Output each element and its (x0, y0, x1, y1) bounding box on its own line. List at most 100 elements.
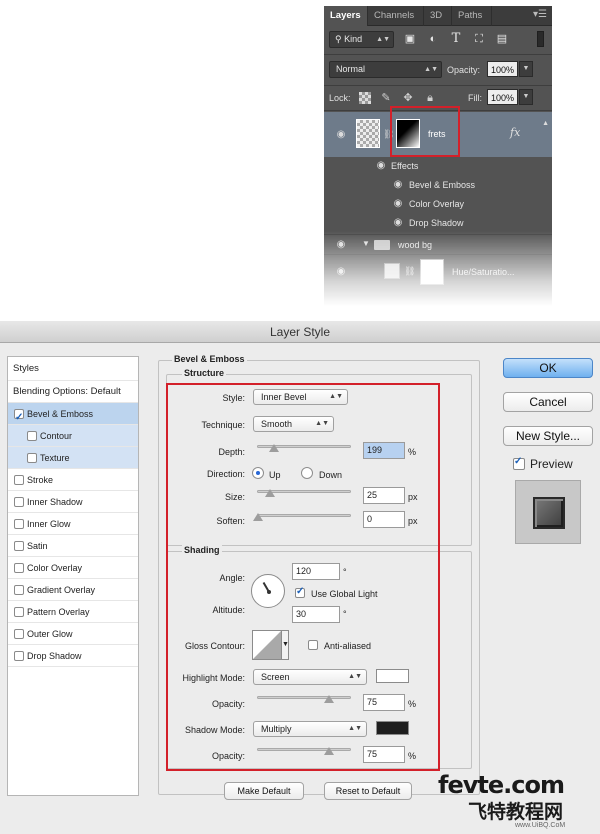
layer-name[interactable]: Hue/Saturatio... (452, 267, 515, 277)
checkbox[interactable] (14, 475, 24, 485)
shape-filter-icon[interactable]: ⛶ (472, 32, 486, 46)
style-item-inner-shadow[interactable]: Inner Shadow (8, 491, 138, 513)
style-item-label: Gradient Overlay (27, 585, 96, 595)
effect-row[interactable]: ◉ Color Overlay (324, 195, 552, 214)
effect-row[interactable]: ◉ Drop Shadow (324, 214, 552, 233)
fill-dropdown[interactable]: ▼ (519, 89, 533, 105)
style-item-drop-shadow[interactable]: Drop Shadow (8, 645, 138, 667)
smart-object-filter-icon[interactable]: ▤ (495, 32, 509, 46)
dialog-title: Layer Style (0, 321, 600, 343)
eye-icon[interactable]: ◉ (334, 240, 348, 250)
move-icon[interactable]: ✥ (402, 92, 414, 104)
checkbox[interactable] (14, 407, 24, 429)
brush-icon[interactable]: ✎ (380, 92, 392, 104)
folder-icon (374, 240, 390, 250)
style-item-texture[interactable]: Texture (8, 447, 138, 469)
eye-icon[interactable]: ◉ (391, 180, 405, 190)
preview-label[interactable]: Preview (530, 457, 573, 471)
filter-toggle[interactable] (537, 31, 544, 47)
style-item-contour[interactable]: Contour (8, 425, 138, 447)
effect-row[interactable]: ◉ Bevel & Emboss (324, 176, 552, 195)
blend-mode-value: Normal (336, 64, 366, 74)
style-item-inner-glow[interactable]: Inner Glow (8, 513, 138, 535)
type-filter-icon[interactable]: T (449, 32, 463, 46)
preview-checkbox[interactable] (513, 456, 525, 470)
highlight-box (390, 106, 460, 157)
opacity-dropdown[interactable]: ▼ (519, 61, 533, 77)
checkbox[interactable] (14, 607, 24, 617)
style-item-label: Contour (40, 431, 73, 441)
style-item-gradient-overlay[interactable]: Gradient Overlay (8, 579, 138, 601)
structure-title: Structure (182, 368, 227, 378)
scroll-up-icon[interactable]: ▲ (542, 120, 549, 127)
lock-icon[interactable]: 🔒︎ (424, 92, 436, 104)
ok-button[interactable]: OK (503, 358, 593, 378)
style-item-pattern-overlay[interactable]: Pattern Overlay (8, 601, 138, 623)
style-item-label: Drop Shadow (27, 651, 82, 661)
checkbox[interactable] (14, 563, 24, 573)
fill-label: Fill: (468, 93, 482, 103)
fx-icon[interactable]: fx (510, 126, 520, 139)
checkbox[interactable] (27, 431, 37, 441)
adjustment-thumbnail[interactable] (384, 263, 400, 279)
checkbox[interactable] (14, 497, 24, 507)
blending-options[interactable]: Blending Options: Default (8, 381, 138, 403)
checkbox[interactable] (14, 519, 24, 529)
style-item-satin[interactable]: Satin (8, 535, 138, 557)
make-default-button[interactable]: Make Default (224, 782, 304, 800)
layer-thumbnail[interactable] (356, 119, 380, 148)
checkbox[interactable] (14, 541, 24, 551)
filter-kind-label: Kind (344, 34, 363, 44)
layer-row-hue-saturation[interactable]: ◉ ⛓ Hue/Saturatio... (324, 254, 552, 288)
eye-icon[interactable]: ◉ (374, 161, 388, 171)
checkbox[interactable] (14, 585, 24, 595)
style-item-label: Stroke (27, 475, 54, 485)
watermark-name: 飞特教程网 (468, 801, 564, 823)
fill-input[interactable]: 100% (487, 89, 518, 105)
style-item-bevel-emboss[interactable]: Bevel & Emboss (8, 403, 138, 429)
image-filter-icon[interactable]: ▣ (403, 32, 417, 46)
tab-paths[interactable]: Paths (452, 6, 492, 26)
new-style-button[interactable]: New Style... (503, 426, 593, 446)
blend-mode-select[interactable]: Normal ▲▼ (329, 61, 442, 78)
layer-name[interactable]: wood bg (398, 240, 432, 250)
layer-row-wood-bg[interactable]: ◉ ▼ wood bg (324, 234, 552, 254)
eye-icon[interactable]: ◉ (334, 267, 348, 277)
effects-row[interactable]: ◉ Effects (324, 157, 552, 176)
effect-label: Bevel & Emboss (409, 180, 476, 190)
tab-layers[interactable]: Layers (324, 6, 368, 26)
layer-mask-thumbnail[interactable] (420, 259, 444, 285)
reset-to-default-button[interactable]: Reset to Default (324, 782, 412, 800)
effect-label: Drop Shadow (409, 218, 464, 228)
opacity-label: Opacity: (447, 65, 481, 75)
filter-kind-select[interactable]: ⚲ Kind ▲▼ (329, 31, 394, 48)
style-item-label: Bevel & Emboss (27, 409, 94, 419)
style-item-color-overlay[interactable]: Color Overlay (8, 557, 138, 579)
bevel-emboss-title: Bevel & Emboss (172, 354, 247, 364)
lock-transparency-icon[interactable] (359, 92, 371, 104)
highlight-box (166, 383, 440, 771)
adjustment-filter-icon[interactable]: ◐ (426, 32, 440, 46)
opacity-input[interactable]: 100% (487, 61, 518, 77)
tab-channels[interactable]: Channels (368, 6, 424, 26)
style-item-outer-glow[interactable]: Outer Glow (8, 623, 138, 645)
styles-header[interactable]: Styles (8, 357, 138, 381)
divider (324, 54, 552, 55)
panel-menu-icon[interactable]: ▾☰ (533, 9, 547, 20)
checkbox[interactable] (27, 453, 37, 463)
tab-3d[interactable]: 3D (424, 6, 452, 26)
link-icon[interactable]: ⛓ (404, 266, 415, 277)
effect-label: Color Overlay (409, 199, 465, 209)
style-item-label: Satin (27, 541, 48, 551)
disclosure-triangle-icon[interactable]: ▼ (362, 239, 370, 248)
eye-icon[interactable]: ◉ (391, 218, 405, 228)
cancel-button[interactable]: Cancel (503, 392, 593, 412)
style-item-stroke[interactable]: Stroke (8, 469, 138, 491)
eye-icon[interactable]: ◉ (334, 130, 348, 140)
style-item-label: Color Overlay (27, 563, 83, 573)
eye-icon[interactable]: ◉ (391, 199, 405, 209)
checkbox[interactable] (14, 651, 24, 661)
style-item-label: Inner Shadow (27, 497, 83, 507)
styles-header-label: Styles (13, 363, 39, 374)
checkbox[interactable] (14, 629, 24, 639)
